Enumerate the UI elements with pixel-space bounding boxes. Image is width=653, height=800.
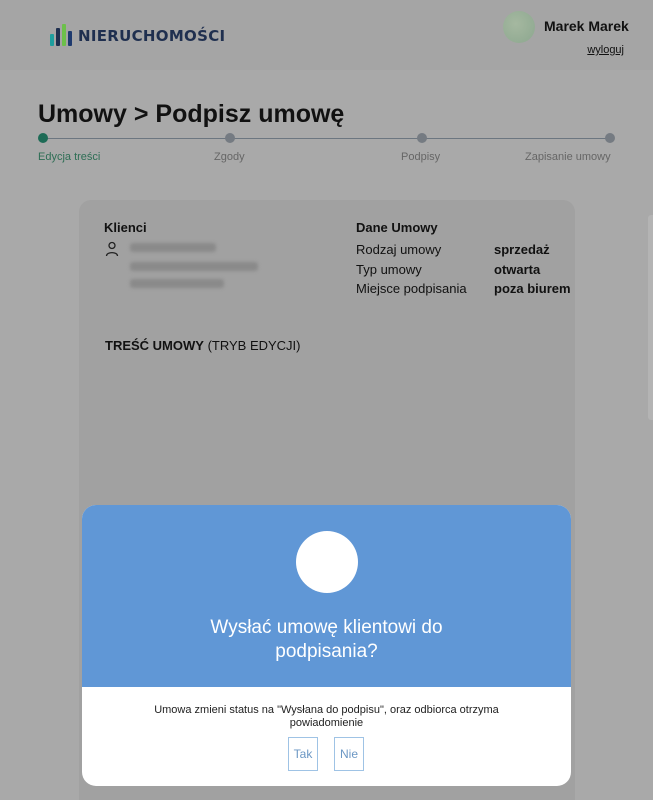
step-label-consents[interactable]: Zgody xyxy=(214,151,245,163)
client-name-redacted xyxy=(130,243,216,252)
logo[interactable]: NIERUCHOMOŚCI xyxy=(50,24,225,46)
confirm-dialog: Wysłać umowę klientowi do podpisania? Um… xyxy=(82,505,571,786)
client-city-redacted xyxy=(130,279,224,288)
contract-type-label: Rodzaj umowy xyxy=(356,242,442,257)
page-title-prefix: Umowy > xyxy=(38,100,156,128)
logout-link[interactable]: wyloguj xyxy=(587,44,624,56)
contract-kind-label: Typ umowy xyxy=(356,262,422,277)
contract-content-title-main: TREŚĆ UMOWY xyxy=(105,338,204,353)
step-dot-consents[interactable] xyxy=(225,133,235,143)
page-title: Umowy > Podpisz umowę xyxy=(38,100,344,129)
app-header: NIERUCHOMOŚCI Marek Marek wyloguj xyxy=(0,0,653,70)
logo-text: NIERUCHOMOŚCI xyxy=(78,27,226,45)
stepper-track xyxy=(42,138,610,139)
user-name: Marek Marek xyxy=(544,18,629,34)
contract-kind-value: otwarta xyxy=(494,262,541,277)
contract-data-title: Dane Umowy xyxy=(356,220,438,235)
step-label-edit[interactable]: Edycja treści xyxy=(38,151,100,163)
dialog-header: Wysłać umowę klientowi do podpisania? xyxy=(82,505,571,687)
logo-bars-icon xyxy=(50,24,72,46)
step-dot-save[interactable] xyxy=(605,133,615,143)
dialog-question: Wysłać umowę klientowi do podpisania? xyxy=(210,617,443,662)
client-address-redacted xyxy=(130,262,258,271)
step-dot-signatures[interactable] xyxy=(417,133,427,143)
avatar[interactable] xyxy=(503,11,535,43)
person-icon xyxy=(105,241,119,257)
dialog-circle-icon xyxy=(296,531,358,593)
clients-title: Klienci xyxy=(104,220,147,235)
signing-place-value: poza biurem xyxy=(494,281,571,296)
scrollbar[interactable] xyxy=(648,215,653,420)
yes-button[interactable]: Tak xyxy=(288,737,318,771)
step-dot-edit[interactable] xyxy=(38,133,48,143)
contract-content-title-mode: (TRYB EDYCJI) xyxy=(203,338,301,353)
dialog-message: Umowa zmieni status na "Wysłana do podpi… xyxy=(154,704,499,729)
step-label-signatures[interactable]: Podpisy xyxy=(401,151,440,163)
contract-content-title: TREŚĆ UMOWY (TRYB EDYCJI) xyxy=(105,338,301,353)
no-button[interactable]: Nie xyxy=(334,737,364,771)
page-title-main: Podpisz umowę xyxy=(155,100,345,128)
contract-type-value: sprzedaż xyxy=(494,242,550,257)
signing-place-label: Miejsce podpisania xyxy=(356,281,467,296)
step-label-save[interactable]: Zapisanie umowy xyxy=(525,151,611,163)
